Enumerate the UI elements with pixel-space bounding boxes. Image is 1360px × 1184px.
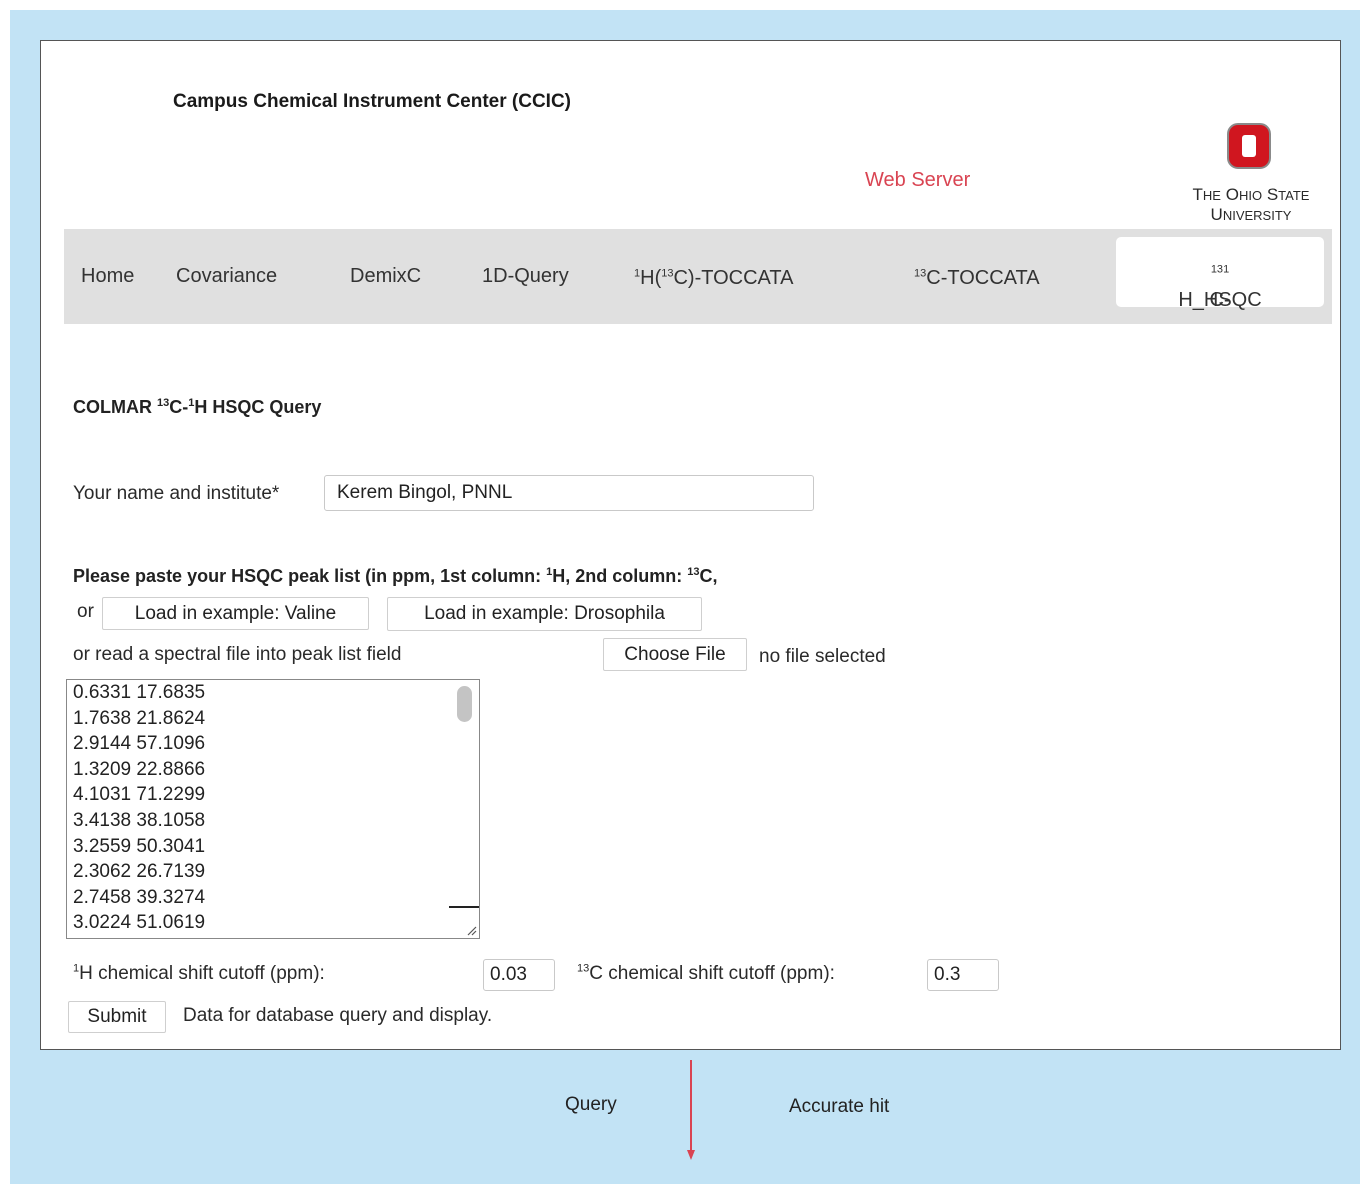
- peak-list-lines: 0.6331 17.6835 1.7638 21.8624 2.9144 57.10…: [67, 680, 479, 936]
- peak-list-row: 0.6331 17.6835: [73, 682, 206, 703]
- nav-covariance[interactable]: Covariance: [176, 265, 277, 288]
- choose-file-button[interactable]: Choose File: [603, 638, 747, 671]
- peak-list-instructions: Please paste your HSQC peak list (in ppm…: [73, 566, 718, 586]
- peak-list-row: 3.4138 38.1058: [73, 809, 206, 831]
- query-label: Query: [565, 1094, 617, 1115]
- accurate-hit-label: Accurate hit: [789, 1096, 890, 1117]
- peak-list-row: 2.7458 39.3274: [73, 886, 206, 908]
- c-cutoff-input[interactable]: [927, 959, 999, 991]
- load-drosophila-button[interactable]: Load in example: Drosophila: [387, 597, 702, 631]
- h-cutoff-label: 1H chemical shift cutoff (ppm):: [73, 962, 325, 984]
- peak-list-row: 1.7638 21.8624: [73, 707, 206, 729]
- nav-demixc[interactable]: DemixC: [350, 265, 421, 288]
- web-page-panel: Campus Chemical Instrument Center (CCIC)…: [40, 40, 1341, 1050]
- nav-c-toccata[interactable]: 13C-TOCCATA: [914, 267, 1040, 290]
- university-name: THE OHIO STATE UNIVERSITY: [1192, 185, 1310, 224]
- nav-hsqc-active-tab[interactable]: 13 C- 1 H_HSQC: [1116, 237, 1324, 311]
- c-cutoff-label: 13C chemical shift cutoff (ppm):: [577, 962, 835, 984]
- textarea-scrollbar[interactable]: [457, 686, 472, 722]
- name-label: Your name and institute*: [73, 483, 280, 504]
- read-file-label: or read a spectral file into peak list f…: [73, 644, 402, 665]
- submit-button[interactable]: Submit: [68, 1001, 166, 1033]
- peak-list-row: 2.9144 57.1096: [73, 733, 206, 755]
- arrow-down-icon: [687, 1150, 695, 1160]
- web-server-label: Web Server: [865, 169, 971, 191]
- or-label: or: [77, 601, 94, 622]
- no-file-status: no file selected: [759, 646, 886, 667]
- osu-logo-icon: [1227, 123, 1271, 169]
- flow-arrow-line: [690, 1060, 692, 1150]
- peak-list-row: 4.1031 71.2299: [73, 784, 206, 806]
- peak-list-row: 3.0224 51.0619: [73, 912, 206, 934]
- load-valine-button[interactable]: Load in example: Valine: [102, 597, 369, 630]
- peak-list-textarea[interactable]: 0.6331 17.6835 1.7638 21.8624 2.9144 57.10…: [66, 679, 480, 939]
- resize-handle-icon[interactable]: [465, 924, 477, 936]
- main-nav: Home Covariance DemixC 1D-Query 1H(13C)-…: [64, 229, 1332, 324]
- page-title: COLMAR 13C-1H HSQC Query: [73, 397, 322, 417]
- submit-description: Data for database query and display.: [183, 1005, 493, 1026]
- nav-1d-query[interactable]: 1D-Query: [482, 265, 569, 288]
- peak-list-row: 3.2559 50.3041: [73, 835, 206, 857]
- center-title: Campus Chemical Instrument Center (CCIC): [173, 91, 572, 112]
- peak-list-row: 2.3062 26.7139: [73, 861, 206, 883]
- name-input[interactable]: [324, 475, 814, 511]
- caret-line: [449, 906, 479, 908]
- nav-home[interactable]: Home: [81, 265, 134, 288]
- h-cutoff-input[interactable]: [483, 959, 555, 991]
- nav-h-toccata[interactable]: 1H(13C)-TOCCATA: [634, 267, 793, 290]
- peak-list-row: 1.3209 22.8866: [73, 758, 206, 780]
